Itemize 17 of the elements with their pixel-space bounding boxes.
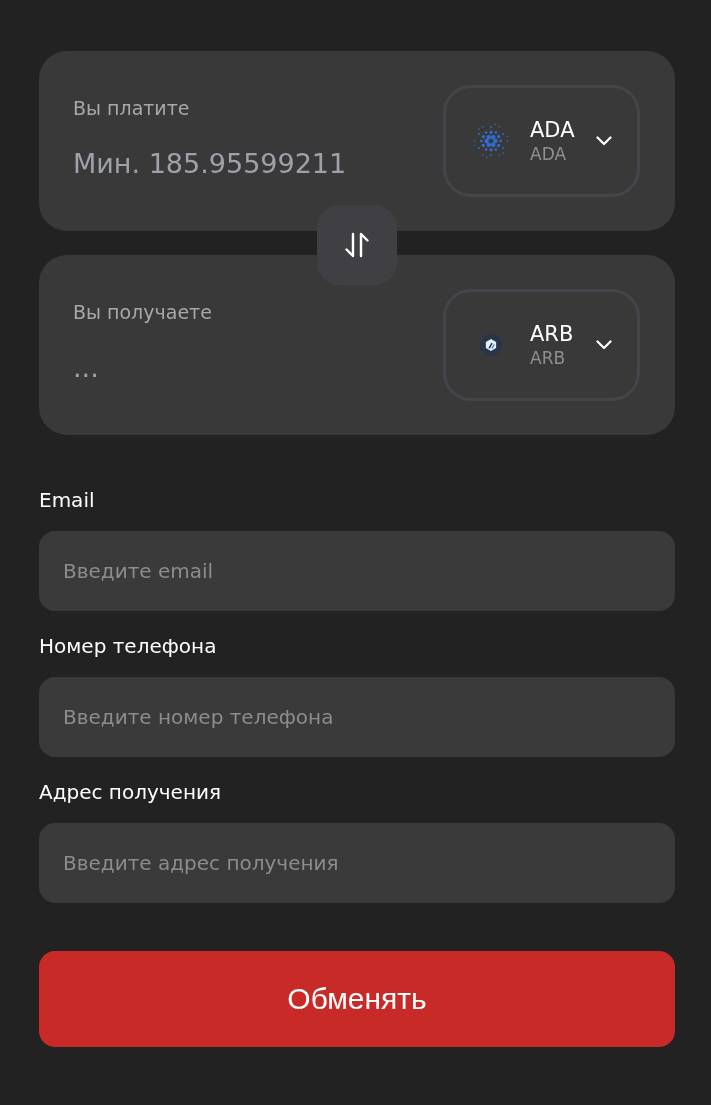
chevron-down-icon: [596, 136, 612, 146]
chevron-down-icon: [596, 340, 612, 350]
card-label: Вы получаете: [73, 300, 212, 324]
input-field[interactable]: Введите email: [39, 531, 675, 611]
field-label: Номер телефона: [39, 633, 217, 659]
amount-field[interactable]: ...: [73, 350, 373, 386]
currency-selector[interactable]: ADA ADA: [443, 85, 640, 197]
amount-field[interactable]: Мин. 185.95599211: [73, 146, 373, 182]
exchange-button[interactable]: Обменять: [39, 951, 675, 1047]
currency-selector[interactable]: ARB ARB: [443, 289, 640, 401]
card-label: Вы платите: [73, 96, 190, 120]
input-field[interactable]: Введите номер телефона: [39, 677, 675, 757]
swap-button[interactable]: [317, 205, 397, 285]
input-field[interactable]: Введите адрес получения: [39, 823, 675, 903]
field-label: Email: [39, 487, 95, 513]
field-label: Адрес получения: [39, 779, 222, 805]
dot-cluster-icon: [472, 122, 510, 160]
